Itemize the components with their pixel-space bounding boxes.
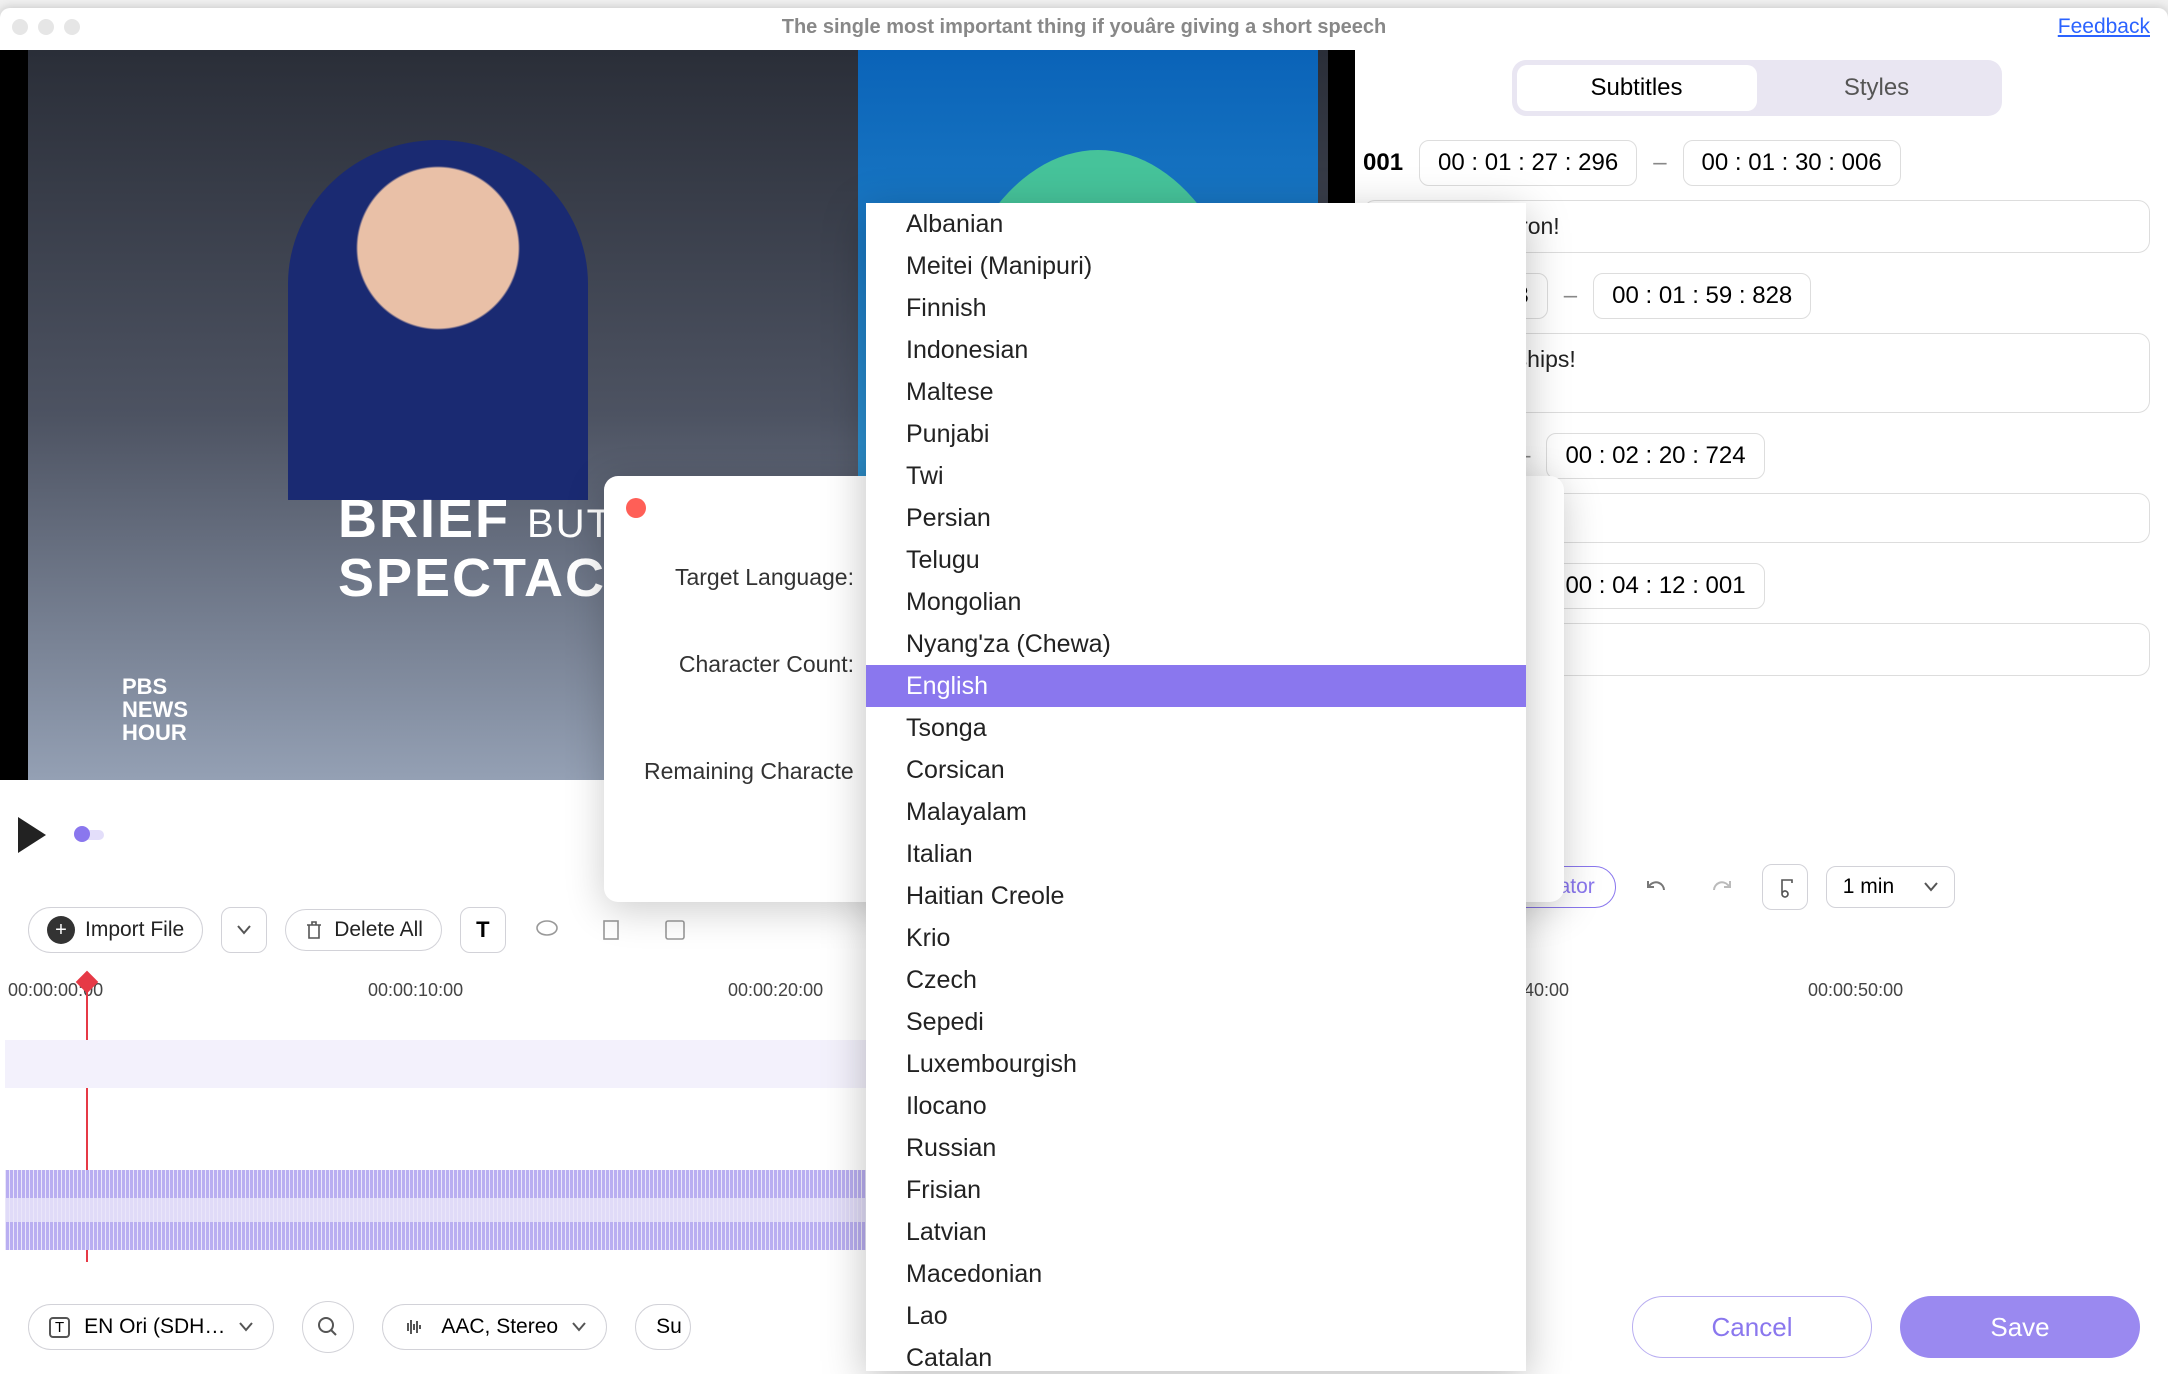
language-option[interactable]: Latvian xyxy=(866,1211,1526,1253)
note-icon xyxy=(662,917,688,943)
close-icon[interactable] xyxy=(626,498,646,518)
language-option[interactable]: Macedonian xyxy=(866,1253,1526,1295)
language-option[interactable]: Finnish xyxy=(866,287,1526,329)
undo-icon xyxy=(1644,876,1670,898)
language-option[interactable]: Catalan xyxy=(866,1337,1526,1371)
audio-label: AAC, Stereo xyxy=(441,1315,558,1339)
timecode-dash: – xyxy=(1564,282,1577,310)
undo-button[interactable] xyxy=(1634,864,1680,910)
language-option[interactable]: Russian xyxy=(866,1127,1526,1169)
language-dropdown[interactable]: AlbanianMeitei (Manipuri)FinnishIndonesi… xyxy=(866,203,1526,1371)
tool-button-3[interactable] xyxy=(588,907,634,953)
audio-selector[interactable]: AAC, Stereo xyxy=(382,1304,607,1350)
search-button[interactable] xyxy=(302,1301,354,1353)
timecode-out[interactable]: 00 : 01 : 59 : 828 xyxy=(1593,273,1811,319)
pbs-logo: PBS NEWS HOUR xyxy=(122,675,188,744)
text-tool-button[interactable]: T xyxy=(460,907,506,953)
ruler-mark: 00:00:20:00 xyxy=(728,980,823,1001)
language-option[interactable]: Maltese xyxy=(866,371,1526,413)
titlebar: The single most important thing if youâr… xyxy=(0,8,2168,46)
chevron-down-icon xyxy=(239,1322,253,1332)
chevron-down-icon xyxy=(572,1322,586,1332)
redo-icon xyxy=(1708,876,1734,898)
play-icon[interactable] xyxy=(18,817,46,853)
language-label: EN Ori (SDH… xyxy=(84,1315,225,1339)
timecode-out[interactable]: 00 : 01 : 30 : 006 xyxy=(1683,140,1901,186)
lasso-icon xyxy=(534,917,560,943)
timecode-out[interactable]: 00 : 04 : 12 : 001 xyxy=(1546,563,1764,609)
language-option[interactable]: Indonesian xyxy=(866,329,1526,371)
language-option[interactable]: Punjabi xyxy=(866,413,1526,455)
language-option[interactable]: Albanian xyxy=(866,203,1526,245)
language-option[interactable]: Krio xyxy=(866,917,1526,959)
language-option[interactable]: Luxembourgish xyxy=(866,1043,1526,1085)
language-option[interactable]: Nyang'za (Chewa) xyxy=(866,623,1526,665)
tab-styles[interactable]: Styles xyxy=(1757,65,1997,111)
import-dropdown-button[interactable] xyxy=(221,907,267,953)
language-option[interactable]: Haitian Creole xyxy=(866,875,1526,917)
window-title: The single most important thing if youâr… xyxy=(782,16,1387,39)
language-selector[interactable]: T EN Ori (SDH… xyxy=(28,1304,274,1350)
delete-all-label: Delete All xyxy=(334,918,423,942)
redo-button[interactable] xyxy=(1698,864,1744,910)
language-option[interactable]: Italian xyxy=(866,833,1526,875)
import-file-label: Import File xyxy=(85,918,184,942)
zoom-selector[interactable]: 1 min xyxy=(1826,866,1955,908)
search-icon xyxy=(317,1316,339,1338)
language-option[interactable]: Telugu xyxy=(866,539,1526,581)
language-option[interactable]: Persian xyxy=(866,497,1526,539)
zoom-label: 1 min xyxy=(1843,875,1894,899)
ruler-mark: 00:00:50:00 xyxy=(1808,980,1903,1001)
timecode-in[interactable]: 00 : 01 : 27 : 296 xyxy=(1419,140,1637,186)
language-option[interactable]: Ilocano xyxy=(866,1085,1526,1127)
character-count-label: Character Count: xyxy=(644,651,854,678)
transport-controls xyxy=(18,810,158,860)
chevron-down-icon xyxy=(237,925,251,935)
language-option[interactable]: Malayalam xyxy=(866,791,1526,833)
zoom-window-icon[interactable] xyxy=(64,19,80,35)
timecode-out[interactable]: 00 : 02 : 20 : 724 xyxy=(1546,433,1764,479)
language-option[interactable]: Mongolian xyxy=(866,581,1526,623)
language-option[interactable]: Frisian xyxy=(866,1169,1526,1211)
marker-icon xyxy=(598,917,624,943)
music-icon xyxy=(1775,876,1795,898)
language-option[interactable]: Twi xyxy=(866,455,1526,497)
target-language-label: Target Language: xyxy=(644,564,854,591)
save-button[interactable]: Save xyxy=(1900,1296,2140,1358)
music-button[interactable] xyxy=(1762,864,1808,910)
tab-subtitles[interactable]: Subtitles xyxy=(1517,65,1757,111)
traffic-lights xyxy=(12,19,80,35)
plus-icon: + xyxy=(47,916,75,944)
scrub-slider[interactable] xyxy=(74,830,104,840)
minimize-window-icon[interactable] xyxy=(38,19,54,35)
chevron-down-icon xyxy=(1924,882,1938,892)
language-option[interactable]: English xyxy=(866,665,1526,707)
cue-number: 001 xyxy=(1363,149,1403,177)
app-window: The single most important thing if youâr… xyxy=(0,8,2168,1374)
tool-button-4[interactable] xyxy=(652,907,698,953)
remaining-label: Remaining Characte xyxy=(644,758,854,785)
delete-all-button[interactable]: Delete All xyxy=(285,909,442,951)
truncated-label: Su xyxy=(656,1315,682,1339)
language-option[interactable]: Sepedi xyxy=(866,1001,1526,1043)
close-window-icon[interactable] xyxy=(12,19,28,35)
truncated-selector[interactable]: Su xyxy=(635,1304,691,1350)
language-option[interactable]: Lao xyxy=(866,1295,1526,1337)
language-option[interactable]: Tsonga xyxy=(866,707,1526,749)
language-option[interactable]: Corsican xyxy=(866,749,1526,791)
language-option[interactable]: Meitei (Manipuri) xyxy=(866,245,1526,287)
import-file-button[interactable]: + Import File xyxy=(28,907,203,953)
ruler-mark: 00:00:10:00 xyxy=(368,980,463,1001)
feedback-link[interactable]: Feedback xyxy=(2058,15,2150,39)
text-icon: T xyxy=(476,917,489,943)
waveform-icon xyxy=(403,1317,427,1337)
tool-button-2[interactable] xyxy=(524,907,570,953)
inspector-tabs: Subtitles Styles xyxy=(1512,60,2002,116)
trash-icon xyxy=(304,919,324,941)
caption-icon: T xyxy=(49,1317,70,1338)
cancel-button[interactable]: Cancel xyxy=(1632,1296,1872,1358)
ruler-mark: 40:00 xyxy=(1524,980,1569,1001)
timecode-dash: – xyxy=(1653,149,1666,177)
language-option[interactable]: Czech xyxy=(866,959,1526,1001)
